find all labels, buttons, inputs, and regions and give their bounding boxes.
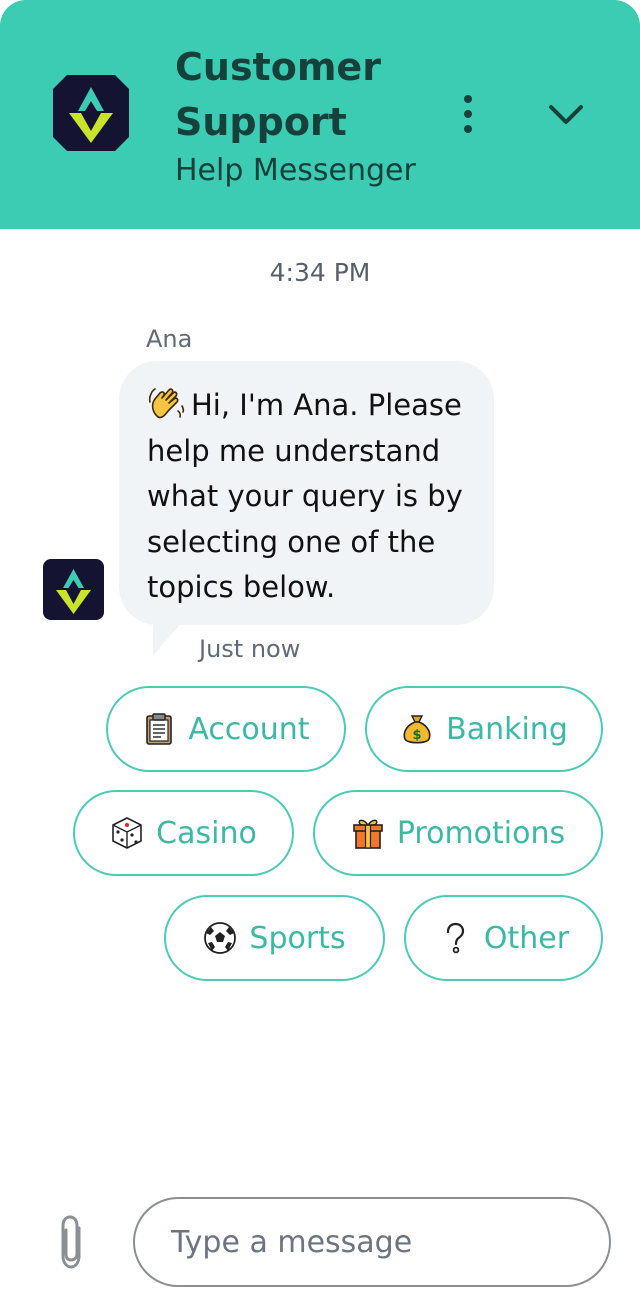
- topic-label: Banking: [446, 711, 568, 747]
- message-body: Hi, I'm Ana. Please help me understand w…: [147, 383, 470, 611]
- question-mark-icon: [444, 921, 466, 954]
- svg-text:$: $: [413, 728, 422, 743]
- conversation-timestamp: 4:34 PM: [269, 258, 371, 287]
- topic-casino-button[interactable]: Casino: [73, 790, 294, 876]
- topic-label: Other: [483, 920, 570, 956]
- message-text: Hi, I'm Ana. Please help me understand w…: [147, 388, 463, 604]
- message-bubble-tail: [153, 616, 187, 656]
- topic-banking-button[interactable]: $ Banking: [365, 686, 603, 772]
- topic-label: Account: [188, 711, 310, 747]
- topic-other-button[interactable]: Other: [404, 895, 603, 981]
- soccer-ball-icon: [204, 922, 237, 954]
- paperclip-icon[interactable]: [55, 1214, 89, 1270]
- topic-account-button[interactable]: Account: [106, 686, 346, 772]
- more-vertical-icon[interactable]: [450, 92, 486, 138]
- clipboard-icon: [146, 713, 173, 745]
- agent-avatar: [43, 559, 104, 620]
- topic-sports-button[interactable]: Sports: [164, 895, 385, 981]
- gift-icon: [353, 819, 383, 849]
- dice-icon: [112, 817, 142, 849]
- chat-header: Customer Support Help Messenger: [0, 0, 640, 229]
- page-title: Customer Support: [175, 45, 381, 144]
- message-input[interactable]: [133, 1197, 611, 1287]
- money-bag-icon: $: [403, 715, 431, 744]
- message-sent-time: Just now: [199, 635, 301, 663]
- message-bubble: Hi, I'm Ana. Please help me understand w…: [119, 361, 494, 625]
- page-subtitle: Help Messenger: [175, 153, 416, 188]
- waving-hand-icon: [148, 388, 185, 419]
- topic-label: Casino: [156, 815, 257, 851]
- topic-promotions-button[interactable]: Promotions: [313, 790, 603, 876]
- sender-name: Ana: [146, 325, 193, 353]
- topic-label: Sports: [249, 920, 346, 956]
- brand-logo-icon: [53, 75, 129, 151]
- chevron-down-icon[interactable]: [541, 95, 591, 135]
- topic-label: Promotions: [396, 815, 566, 851]
